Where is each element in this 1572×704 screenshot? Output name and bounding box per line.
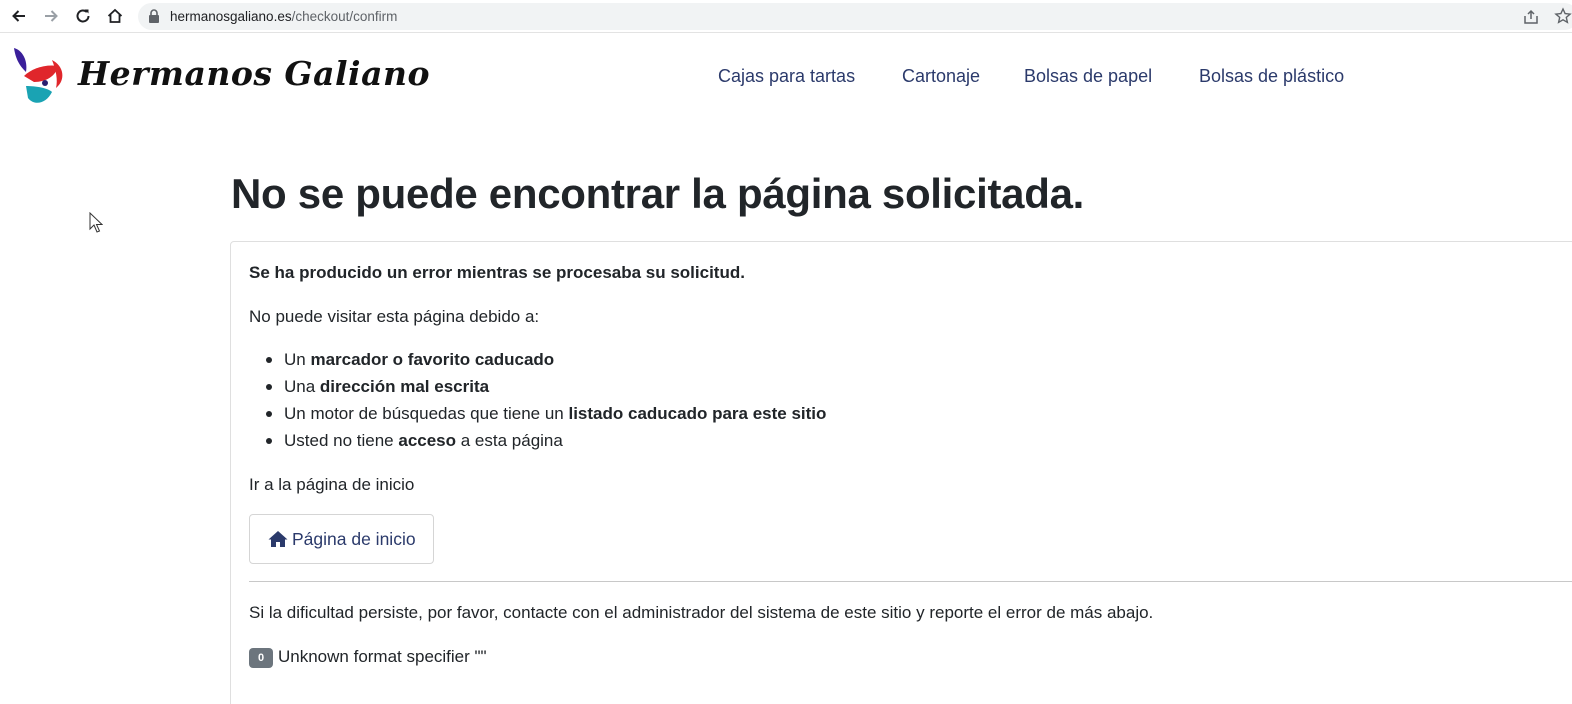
list-bullet: [266, 411, 272, 417]
nav-link-bolsas-papel[interactable]: Bolsas de papel: [1024, 66, 1152, 87]
reason-emphasis: marcador o favorito caducado: [310, 350, 555, 369]
address-bar[interactable]: hermanosgaliano.es/checkout/confirm: [138, 3, 1572, 30]
browser-toolbar: hermanosgaliano.es/checkout/confirm: [0, 0, 1572, 33]
home-outline-icon: [107, 8, 123, 23]
reload-button[interactable]: [72, 5, 94, 27]
url-text: hermanosgaliano.es/checkout/confirm: [170, 9, 397, 24]
error-message: Unknown format specifier "": [278, 647, 487, 666]
home-prompt: Ir a la página de inicio: [249, 475, 415, 494]
nav-link-bolsas-plastico[interactable]: Bolsas de plástico: [1199, 66, 1344, 87]
logo-mark-icon: [14, 48, 63, 103]
reason-emphasis: acceso: [398, 431, 457, 450]
nav-link-cartonaje[interactable]: Cartonaje: [902, 66, 980, 87]
divider: [249, 581, 1572, 582]
bookmark-star-icon[interactable]: [1554, 7, 1572, 25]
back-arrow-icon: [12, 10, 25, 22]
reload-icon: [76, 9, 90, 23]
brand-name: Hermanos Galiano: [78, 54, 430, 93]
reason-item: Una dirección mal escrita: [284, 377, 489, 397]
reason-text: Una: [284, 377, 320, 396]
reason-text: Usted no tiene: [284, 431, 399, 450]
url-host: hermanosgaliano.es: [170, 9, 292, 24]
share-icon[interactable]: [1522, 8, 1540, 26]
persist-message: Si la dificultad persiste, por favor, co…: [249, 603, 1154, 622]
error-lead: Se ha producido un error mientras se pro…: [249, 263, 745, 282]
home-nav-button[interactable]: [104, 5, 126, 27]
back-button[interactable]: [8, 5, 30, 27]
home-page-button[interactable]: Página de inicio: [249, 514, 434, 564]
list-bullet: [266, 384, 272, 390]
reason-text: a esta página: [456, 431, 563, 450]
home-icon: [268, 531, 288, 547]
reason-text: Un: [284, 350, 311, 369]
page-title: No se puede encontrar la página solicita…: [231, 170, 1085, 217]
lock-icon: [149, 9, 159, 23]
nav-link-cajas[interactable]: Cajas para tartas: [718, 66, 855, 87]
error-code-badge: 0: [249, 648, 273, 668]
reason-item: Un motor de búsquedas que tiene un lista…: [284, 404, 826, 424]
forward-arrow-icon: [45, 10, 58, 22]
list-bullet: [266, 357, 272, 363]
forward-button[interactable]: [40, 5, 62, 27]
home-button-label: Página de inicio: [292, 528, 416, 549]
mouse-cursor-icon: [89, 212, 103, 233]
list-bullet: [266, 438, 272, 444]
reason-item: Un marcador o favorito caducado: [284, 350, 554, 370]
reason-text: Un motor de búsquedas que tiene un: [284, 404, 569, 423]
reason-item: Usted no tiene acceso a esta página: [284, 431, 563, 451]
site-logo[interactable]: Hermanos Galiano: [12, 46, 429, 110]
reason-emphasis: listado caducado para este sitio: [568, 404, 827, 423]
reason-emphasis: dirección mal escrita: [319, 377, 490, 396]
error-intro: No puede visitar esta página debido a:: [249, 307, 540, 326]
url-path: /checkout/confirm: [291, 9, 398, 24]
